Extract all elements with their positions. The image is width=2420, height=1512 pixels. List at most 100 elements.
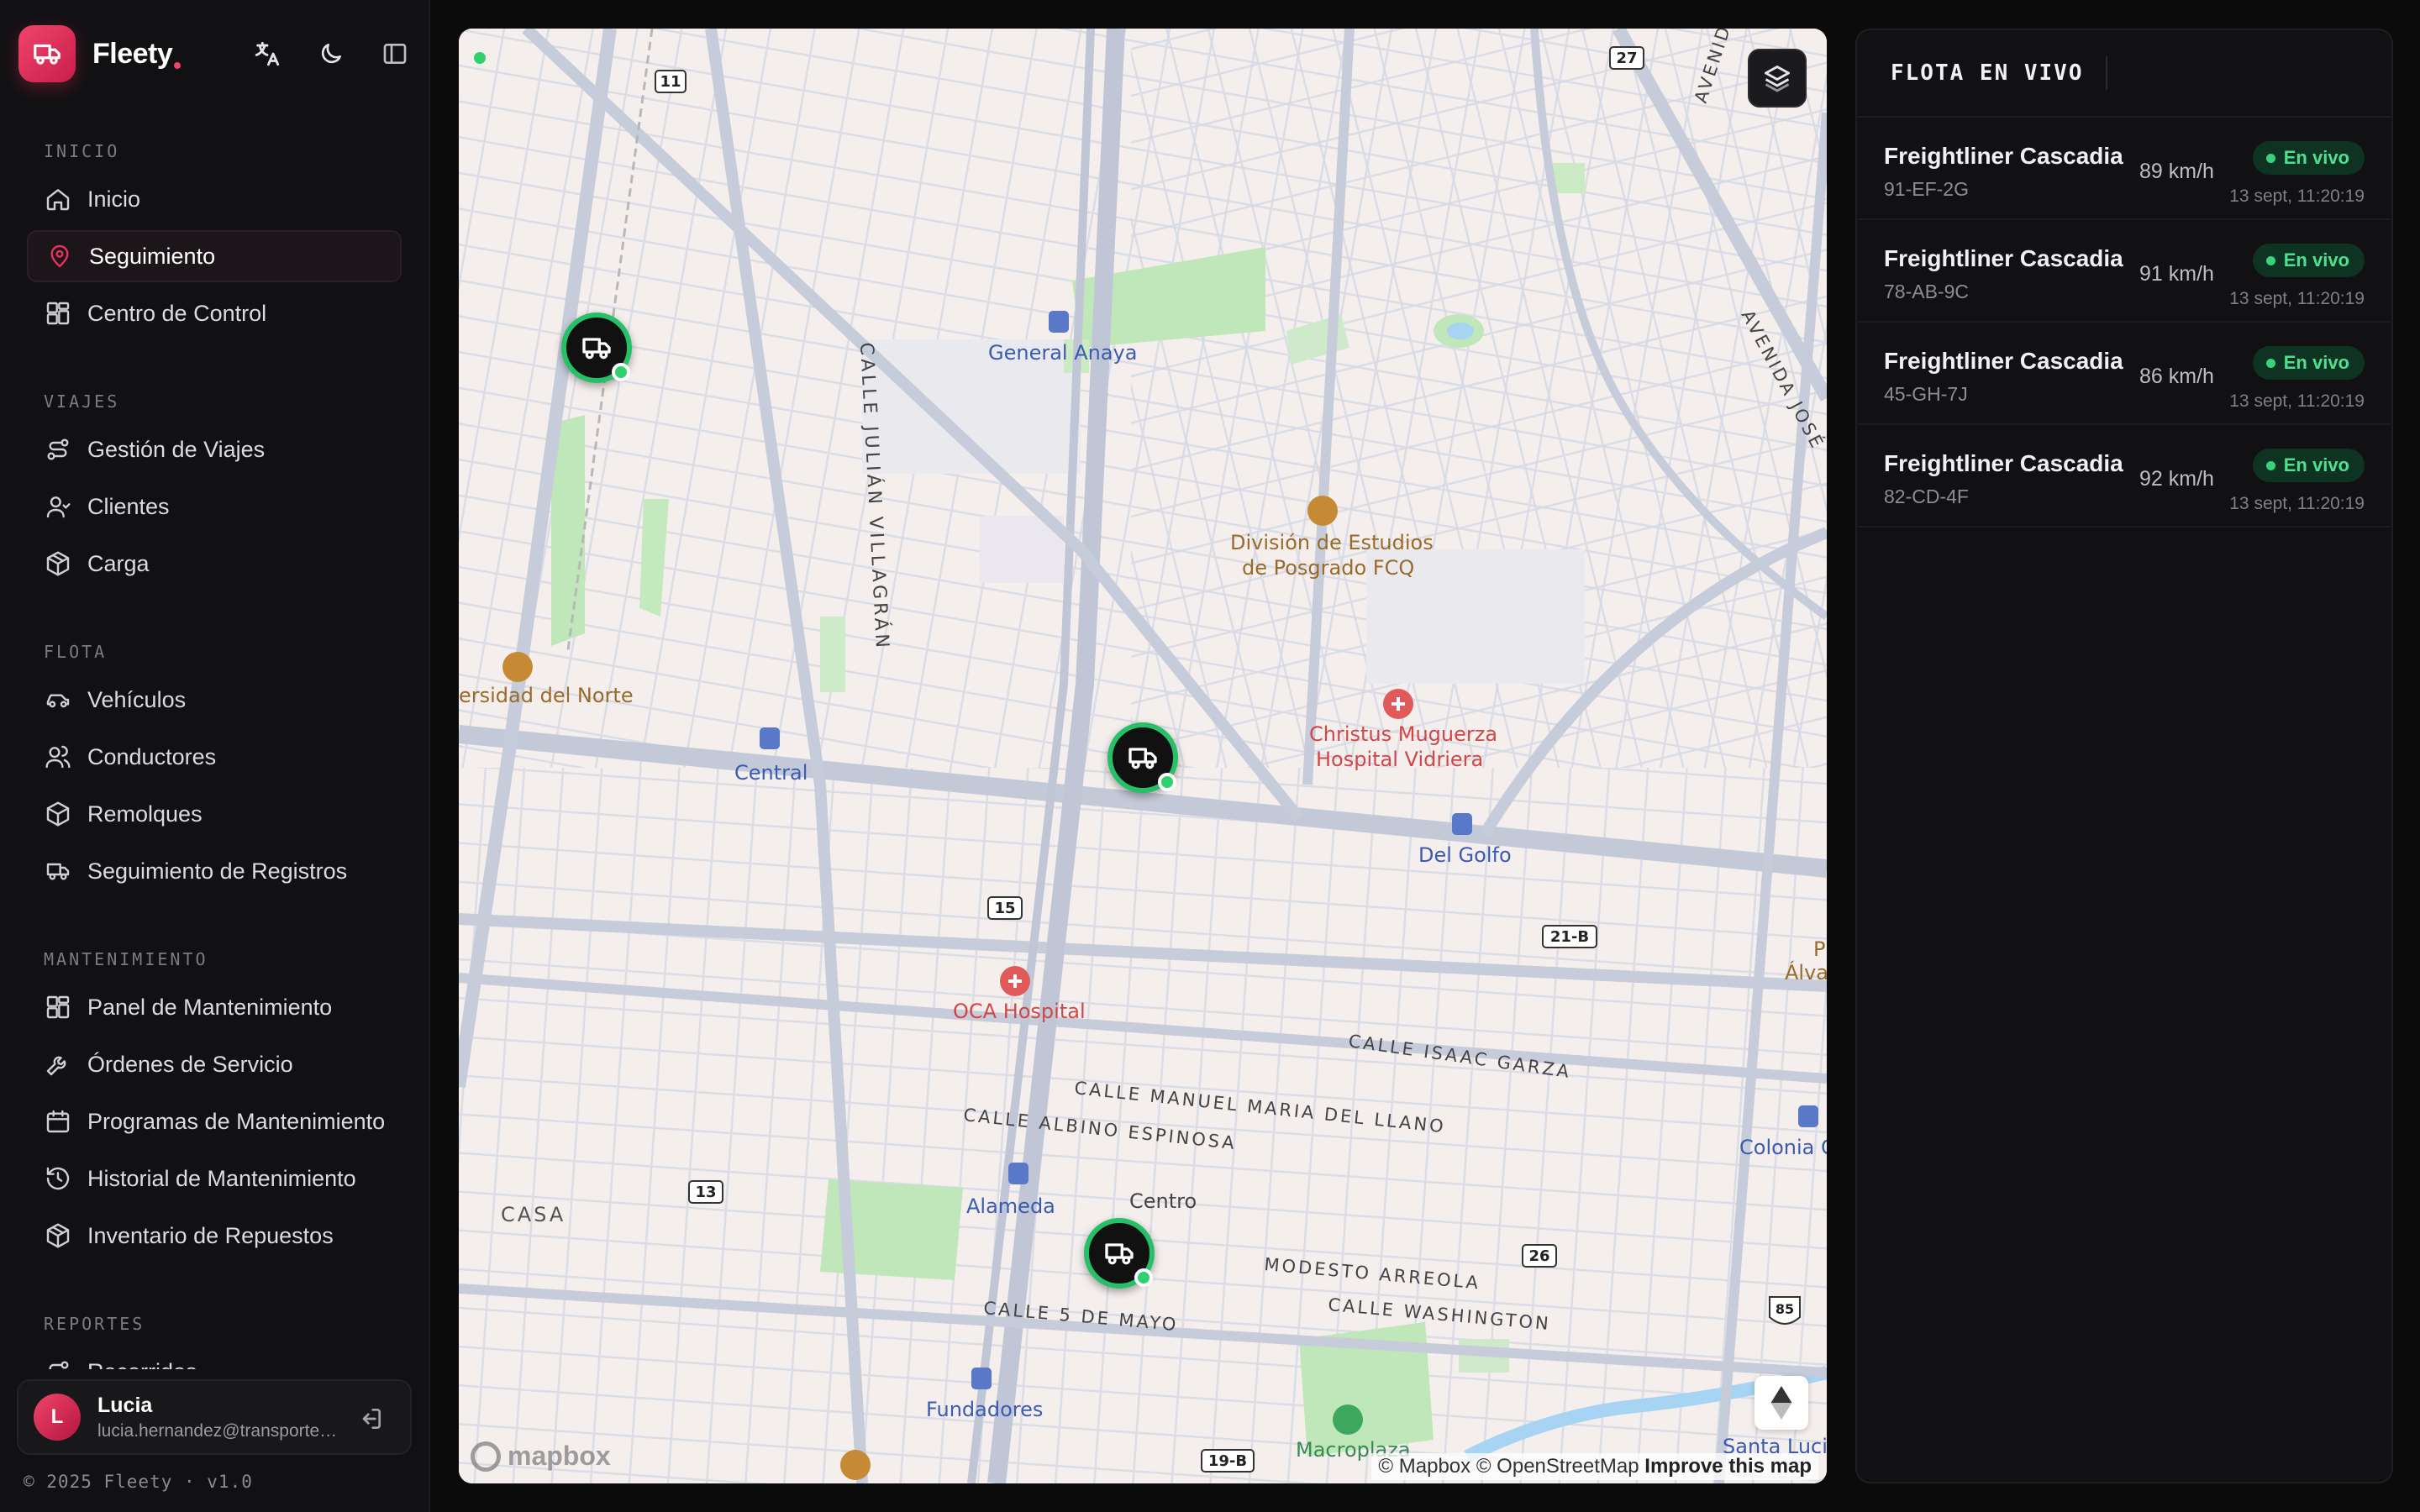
poi-metro-icon [971, 1368, 992, 1389]
vehicle-timestamp: 13 sept, 11:20:19 [2229, 391, 2365, 411]
nav-item-gesti-n-de-viajes[interactable]: Gestión de Viajes [27, 423, 402, 475]
truck-logo-icon [18, 25, 76, 82]
section-title-reportes: REPORTES [44, 1314, 145, 1334]
label-fundadores: Fundadores [926, 1398, 1043, 1421]
vehicle-row[interactable]: Freightliner Cascadia 91-EF-2G 89 km/h En v… [1857, 118, 2391, 220]
avatar: L [34, 1394, 81, 1441]
truck-marker-3[interactable] [1084, 1218, 1155, 1289]
fleet-header: FLOTA EN VIVO [1857, 30, 2391, 118]
user-email: lucia.hernandez@transportes... [97, 1420, 341, 1441]
logout-icon[interactable] [355, 1403, 387, 1435]
vehicle-row[interactable]: Freightliner Cascadia 78-AB-9C 91 km/h En v… [1857, 220, 2391, 323]
label-p: P [1813, 937, 1825, 961]
nav-item-seguimiento-de-registros[interactable]: Seguimiento de Registros [27, 845, 402, 897]
sidebar: Fleety INICIO Inicio Seguimiento Centro de … [0, 0, 430, 1512]
nav-item-label: Recorridos [87, 1359, 197, 1370]
map-pin-icon [45, 242, 74, 270]
nav-item-inicio[interactable]: Inicio [27, 173, 402, 225]
poi-metro-icon [1452, 813, 1472, 835]
vehicle-timestamp: 13 sept, 11:20:19 [2229, 494, 2365, 513]
nav-item-label: Historial de Mantenimiento [87, 1165, 356, 1191]
nav-item-seguimiento[interactable]: Seguimiento [27, 230, 402, 282]
shield-11: 11 [660, 73, 681, 91]
nav-item-panel-de-mantenimiento[interactable]: Panel de Mantenimiento [27, 981, 402, 1033]
layers-button[interactable] [1748, 49, 1807, 108]
attribution-mapbox[interactable]: © Mapbox [1378, 1455, 1470, 1478]
section-title-viajes: VIAJES [44, 391, 120, 412]
truck-icon [582, 338, 611, 360]
vehicle-name: Freightliner Cascadia [1884, 348, 2123, 374]
user-icon [44, 492, 72, 521]
car-icon [44, 685, 72, 714]
calendar-icon [44, 1107, 72, 1136]
shield-85: 85 [1776, 1301, 1794, 1317]
mapbox-logo[interactable]: mapbox [471, 1441, 611, 1472]
status-badge: En vivo [2252, 449, 2365, 482]
nav-item-label: Centro de Control [87, 300, 267, 326]
nav-item-label: Seguimiento [89, 243, 216, 269]
nav-item--rdenes-de-servicio[interactable]: Órdenes de Servicio [27, 1038, 402, 1090]
package-icon [44, 549, 72, 578]
compass-button[interactable] [1754, 1376, 1808, 1430]
poi-metro-icon [1798, 1105, 1818, 1127]
label-division-1: División de Estudios [1230, 531, 1434, 554]
nav-item-programas-de-mantenimiento[interactable]: Programas de Mantenimiento [27, 1095, 402, 1147]
map[interactable]: 11 27 15 21-B 13 26 19-B 85 General Anay… [459, 29, 1827, 1483]
label-oca-hospital: OCA Hospital [953, 1000, 1086, 1023]
shield-19b: 19-B [1208, 1452, 1247, 1470]
nav-item-carga[interactable]: Carga [27, 538, 402, 590]
vehicle-name: Freightliner Cascadia [1884, 245, 2123, 271]
nav-item-label: Carga [87, 550, 150, 576]
label-division-2: de Posgrado FCQ [1242, 556, 1414, 580]
nav-item-label: Panel de Mantenimiento [87, 994, 333, 1020]
shield-13: 13 [695, 1184, 716, 1201]
nav-item-label: Vehículos [87, 686, 187, 712]
poi-metro-icon [1049, 311, 1069, 333]
brand[interactable]: Fleety [18, 25, 182, 82]
nav-item-inventario-de-repuestos[interactable]: Inventario de Repuestos [27, 1210, 402, 1262]
dashboard-icon [44, 993, 72, 1021]
label-christus-2: Hospital Vidriera [1316, 748, 1483, 771]
nav-item-label: Programas de Mantenimiento [87, 1108, 386, 1134]
nav-item-label: Gestión de Viajes [87, 436, 266, 462]
vehicle-plate: 82-CD-4F [1884, 486, 1969, 507]
vehicle-timestamp: 13 sept, 11:20:19 [2229, 186, 2365, 206]
vehicle-row[interactable]: Freightliner Cascadia 45-GH-7J 86 km/h En v… [1857, 323, 2391, 425]
nav-item-historial-de-mantenimiento[interactable]: Historial de Mantenimiento [27, 1152, 402, 1205]
shield-27: 27 [1616, 50, 1637, 67]
nav-item-centro-de-control[interactable]: Centro de Control [27, 287, 402, 339]
dashboard-icon [44, 299, 72, 328]
sidebar-toggle-icon[interactable] [376, 35, 413, 72]
vehicle-speed: 91 km/h [2139, 262, 2214, 286]
attribution-osm[interactable]: © OpenStreetMap [1476, 1455, 1639, 1478]
user-name: Lucia [97, 1393, 153, 1417]
label-alva: Álva [1785, 960, 1827, 984]
user-card[interactable]: L Lucia lucia.hernandez@transportes... [17, 1379, 412, 1455]
compass-icon [1770, 1386, 1792, 1420]
sidebar-nav: INICIO Inicio Seguimiento Centro de Control… [0, 118, 429, 1369]
brand-name: Fleety [92, 38, 182, 71]
shield-15: 15 [994, 900, 1015, 917]
label-alameda: Alameda [966, 1194, 1055, 1218]
vehicle-plate: 78-AB-9C [1884, 281, 1969, 302]
nav-item-conductores[interactable]: Conductores [27, 731, 402, 783]
label-general-anaya: General Anaya [988, 341, 1137, 365]
vehicle-speed: 86 km/h [2139, 365, 2214, 388]
nav-item-clientes[interactable]: Clientes [27, 480, 402, 533]
nav-item-recorridos[interactable]: Recorridos [27, 1346, 402, 1369]
improve-map-link[interactable]: Improve this map [1644, 1455, 1812, 1478]
live-indicator [474, 52, 486, 64]
moon-icon[interactable] [313, 35, 350, 72]
section-title-flota: FLOTA [44, 642, 108, 662]
truck-marker-2[interactable] [1107, 722, 1178, 793]
truck-marker-1[interactable] [561, 312, 632, 383]
label-casa: CASA [501, 1203, 566, 1226]
vehicle-speed: 92 km/h [2139, 467, 2214, 491]
truck-icon [44, 857, 72, 885]
translate-icon[interactable] [249, 35, 286, 72]
nav-item-remolques[interactable]: Remolques [27, 788, 402, 840]
nav-item-label: Seguimiento de Registros [87, 858, 348, 884]
nav-item-veh-culos[interactable]: Vehículos [27, 674, 402, 726]
vehicle-row[interactable]: Freightliner Cascadia 82-CD-4F 92 km/h En v… [1857, 425, 2391, 528]
fleet-title: FLOTA EN VIVO [1891, 60, 2084, 86]
